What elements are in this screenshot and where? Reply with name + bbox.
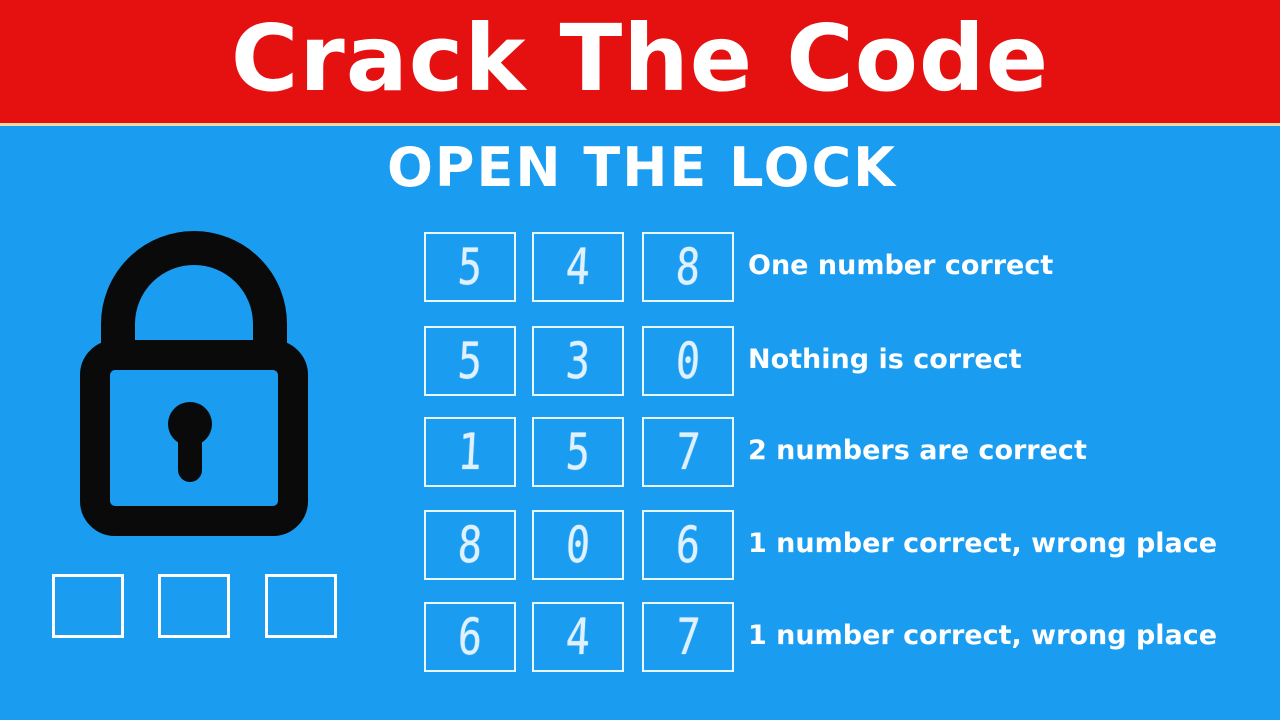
clue-digit: 7 xyxy=(674,608,702,666)
clue-digit-box: 5 xyxy=(424,232,516,302)
clue-digit-box: 8 xyxy=(642,232,734,302)
padlock-icon xyxy=(80,231,308,536)
clue-digit-box: 7 xyxy=(642,602,734,672)
page-title: Crack The Code xyxy=(230,4,1050,112)
clue-row: 8 0 6 1 number correct, wrong place xyxy=(424,510,1274,580)
clue-digit: 5 xyxy=(564,423,592,481)
clue-digit-box: 6 xyxy=(424,602,516,672)
clue-digit-box: 8 xyxy=(424,510,516,580)
answer-digit-input-1[interactable] xyxy=(52,574,124,638)
subtitle: OPEN THE LOCK xyxy=(387,136,897,199)
padlock-shackle xyxy=(101,231,287,356)
clue-digit-box: 1 xyxy=(424,417,516,487)
clue-digit-box: 7 xyxy=(642,417,734,487)
clue-digit: 5 xyxy=(456,332,484,390)
puzzle-canvas: Crack The Code OPEN THE LOCK 5 4 8 One n… xyxy=(0,0,1280,720)
clue-hint: Nothing is correct xyxy=(748,344,1022,375)
clue-digit: 3 xyxy=(564,332,592,390)
clue-digit: 6 xyxy=(674,516,702,574)
clue-digit: 4 xyxy=(564,238,592,296)
clue-hint: One number correct xyxy=(748,250,1054,281)
clue-digit: 4 xyxy=(564,608,592,666)
clue-hint: 1 number correct, wrong place xyxy=(748,620,1218,651)
clue-digit: 8 xyxy=(674,238,702,296)
clue-digit: 0 xyxy=(674,332,702,390)
clue-digit: 6 xyxy=(456,608,484,666)
clue-hint: 2 numbers are correct xyxy=(748,435,1087,466)
clue-row: 6 4 7 1 number correct, wrong place xyxy=(424,602,1274,672)
clue-row: 1 5 7 2 numbers are correct xyxy=(424,417,1274,487)
answer-digit-input-2[interactable] xyxy=(158,574,230,638)
clue-digit: 0 xyxy=(564,516,592,574)
clue-digit-box: 3 xyxy=(532,326,624,396)
answer-digit-input-3[interactable] xyxy=(265,574,337,638)
clue-row: 5 3 0 Nothing is correct xyxy=(424,326,1274,396)
clue-digit-box: 5 xyxy=(532,417,624,487)
clue-digit-box: 6 xyxy=(642,510,734,580)
keyhole-slot xyxy=(178,428,202,482)
clue-digit-box: 5 xyxy=(424,326,516,396)
clue-digit: 5 xyxy=(456,238,484,296)
clue-digit-box: 0 xyxy=(642,326,734,396)
clue-digit-box: 4 xyxy=(532,232,624,302)
clue-row: 5 4 8 One number correct xyxy=(424,232,1274,302)
clue-digit: 1 xyxy=(456,423,484,481)
clue-digit-box: 0 xyxy=(532,510,624,580)
title-banner: Crack The Code xyxy=(0,0,1280,126)
clue-hint: 1 number correct, wrong place xyxy=(748,528,1218,559)
clue-digit-box: 4 xyxy=(532,602,624,672)
clue-digit: 7 xyxy=(674,423,702,481)
clue-digit: 8 xyxy=(456,516,484,574)
